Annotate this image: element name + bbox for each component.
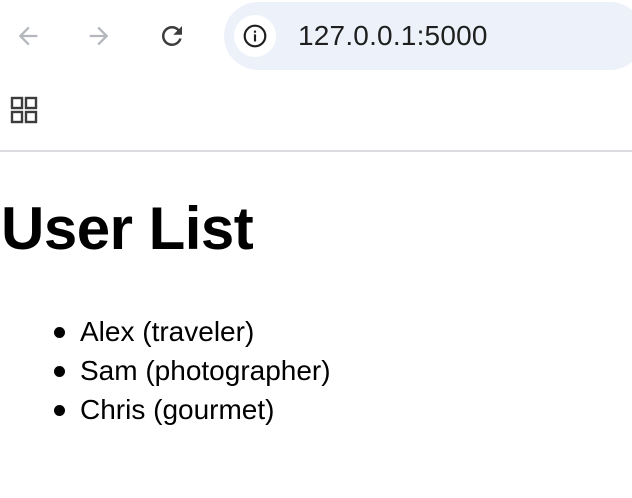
- list-item: Alex (traveler): [0, 312, 331, 351]
- site-info-button[interactable]: [234, 15, 276, 57]
- list-item: Chris (gourmet): [0, 390, 331, 429]
- user-label: Alex (traveler): [80, 316, 255, 347]
- back-button[interactable]: [6, 14, 50, 58]
- user-label: Sam (photographer): [80, 355, 331, 386]
- arrow-right-icon: [89, 26, 109, 46]
- page-content: User List Alex (traveler) Sam (photograp…: [0, 152, 632, 498]
- bullet-icon: [54, 327, 65, 338]
- forward-button[interactable]: [77, 14, 121, 58]
- reload-button[interactable]: [150, 14, 194, 58]
- url-text[interactable]: 127.0.0.1:5000: [298, 20, 488, 52]
- list-item: Sam (photographer): [0, 351, 331, 390]
- address-bar[interactable]: 127.0.0.1:5000: [224, 2, 632, 70]
- arrow-left-icon: [18, 26, 38, 46]
- bullet-icon: [54, 405, 65, 416]
- apps-button[interactable]: [4, 90, 44, 130]
- page-title: User List: [1, 195, 254, 262]
- info-icon: [243, 24, 267, 48]
- browser-toolbar: 127.0.0.1:5000: [0, 0, 632, 151]
- apps-grid-icon: [10, 96, 38, 124]
- user-label: Chris (gourmet): [80, 394, 275, 425]
- user-list: Alex (traveler) Sam (photographer) Chris…: [0, 312, 331, 429]
- reload-icon: [161, 25, 182, 46]
- bullet-icon: [54, 366, 65, 377]
